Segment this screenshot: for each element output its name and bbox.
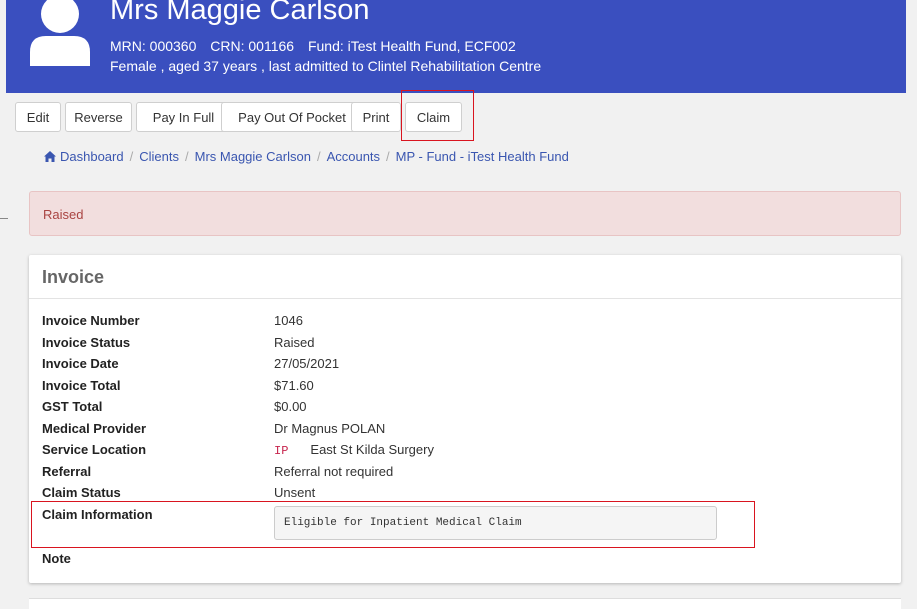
note-label: Note: [42, 551, 71, 566]
breadcrumb-separator: /: [184, 149, 189, 164]
breadcrumb-accounts[interactable]: Accounts: [327, 149, 380, 164]
claim-status-value: Unsent: [274, 485, 316, 500]
service-location-label: Service Location: [42, 442, 147, 457]
breadcrumb-separator: /: [129, 149, 134, 164]
invoice-date-value: 27/05/2021: [274, 356, 340, 371]
invoice-panel-title: Invoice: [42, 267, 105, 287]
status-alert: Raised: [29, 191, 901, 236]
referral-value: Referral not required: [274, 464, 394, 479]
invoice-status-value: Raised: [274, 335, 315, 350]
gst-total-value: $0.00: [274, 399, 307, 414]
patient-header: Mrs Maggie Carlson MRN: 000360 CRN: 0011…: [6, 0, 906, 93]
panel-divider: [29, 298, 901, 299]
home-icon: [44, 151, 56, 162]
location-code-badge: IP: [274, 444, 289, 458]
invoice-total-value: $71.60: [274, 378, 314, 393]
fund-text: Fund: iTest Health Fund, ECF002: [307, 38, 516, 54]
reverse-button[interactable]: Reverse: [65, 102, 132, 132]
mrn-text: MRN: 000360: [110, 38, 197, 54]
invoice-total-label: Invoice Total: [42, 378, 121, 393]
side-divider: [0, 218, 8, 219]
service-location-name: East St Kilda Surgery: [310, 442, 434, 457]
breadcrumb: Dashboard / Clients / Mrs Maggie Carlson / Acc…: [44, 149, 569, 164]
claim-button-highlight: [401, 90, 474, 141]
claim-status-label: Claim Status: [42, 485, 121, 500]
referral-label: Referral: [42, 464, 92, 479]
pay-in-full-button[interactable]: Pay In Full: [136, 102, 231, 132]
claim-information-highlight: [31, 501, 755, 548]
invoice-date-label: Invoice Date: [42, 356, 119, 371]
breadcrumb-separator: /: [386, 149, 390, 164]
invoice-number-label: Invoice Number: [42, 313, 140, 328]
breadcrumb-dashboard[interactable]: Dashboard: [60, 149, 124, 164]
medical-provider-value: Dr Magnus POLAN: [274, 421, 386, 436]
print-button[interactable]: Print: [351, 102, 401, 132]
medical-provider-label: Medical Provider: [42, 421, 147, 436]
pay-out-of-pocket-button[interactable]: Pay Out Of Pocket: [221, 102, 363, 132]
service-location-value: IP East St Kilda Surgery: [274, 442, 434, 458]
invoice-status-label: Invoice Status: [42, 335, 131, 350]
invoice-number-value: 1046: [274, 313, 303, 328]
breadcrumb-account[interactable]: MP - Fund - iTest Health Fund: [396, 149, 569, 164]
patient-demographics: Female , aged 37 years , last admitted t…: [110, 58, 542, 74]
edit-button[interactable]: Edit: [15, 102, 61, 132]
user-avatar-icon: [30, 0, 90, 66]
breadcrumb-clients[interactable]: Clients: [139, 149, 179, 164]
crn-text: CRN: 001166: [210, 38, 295, 54]
breadcrumb-separator: /: [316, 149, 321, 164]
patient-name: Mrs Maggie Carlson: [110, 0, 370, 26]
gst-total-label: GST Total: [42, 399, 103, 414]
breadcrumb-client[interactable]: Mrs Maggie Carlson: [195, 149, 311, 164]
patient-identifiers: MRN: 000360 CRN: 001166 Fund: iTest Heal…: [110, 37, 526, 55]
